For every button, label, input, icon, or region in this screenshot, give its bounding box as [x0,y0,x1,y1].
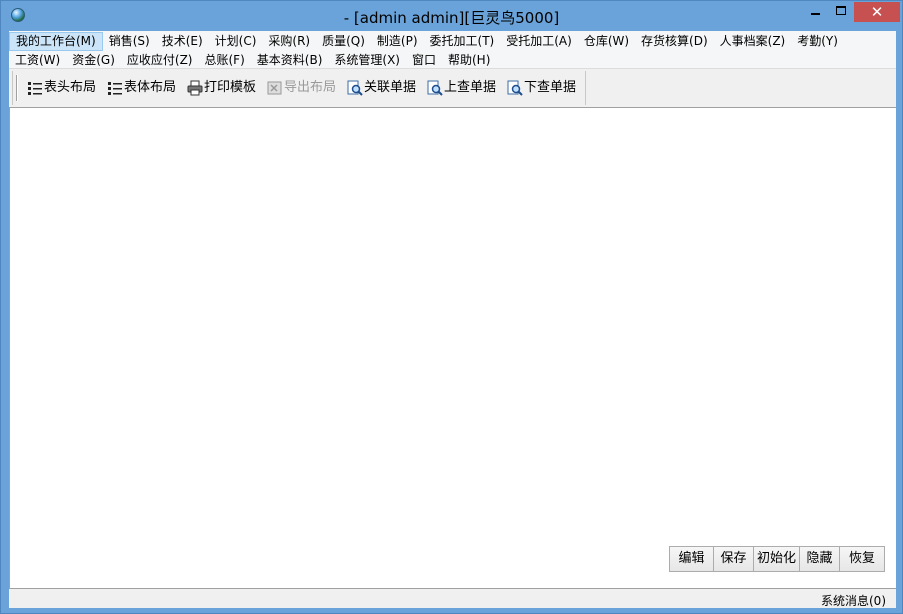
menu-purchasing[interactable]: 采购(R) [262,32,316,51]
body-layout-button[interactable]: 表体布局 [107,78,183,98]
menu-basic-data[interactable]: 基本资料(B) [251,51,329,70]
print-template-button[interactable]: 打印模板 [187,78,263,98]
minimize-button[interactable] [802,2,828,22]
menu-my-workbench[interactable]: 我的工作台(M) [9,32,103,51]
hide-button[interactable]: 隐藏 [800,547,840,571]
related-docs-label: 关联单据 [364,80,417,95]
header-layout-label: 表头布局 [44,80,97,95]
menu-help[interactable]: 帮助(H) [442,51,496,70]
menu-system-management[interactable]: 系统管理(X) [328,51,406,70]
menu-manufacturing[interactable]: 制造(P) [371,32,424,51]
maximize-icon [836,6,846,15]
maximize-button[interactable] [828,2,854,22]
menu-row-1: 我的工作台(M) 销售(S) 技术(E) 计划(C) 采购(R) 质量(Q) 制造(P) 委托… [9,32,844,51]
menu-inventory-accounting[interactable]: 存货核算(D) [635,32,714,51]
related-docs-button[interactable]: 关联单据 [347,78,425,98]
header-layout-button[interactable]: 表头布局 [27,78,103,98]
export-layout-label: 导出布局 [284,80,337,95]
prev-doc-label: 上查单据 [444,80,497,95]
excel-export-icon [267,81,282,95]
system-messages-status[interactable]: 系统消息(0) [821,592,886,609]
menu-bar: 我的工作台(M) 销售(S) 技术(E) 计划(C) 采购(R) 质量(Q) 制造(P) 委托… [9,31,896,69]
list-icon [108,82,122,95]
menu-receivables-payables[interactable]: 应收应付(Z) [121,51,199,70]
minimize-icon [811,13,820,15]
window-title: - [admin admin][巨灵鸟5000] [343,9,560,27]
save-button[interactable]: 保存 [714,547,754,571]
toolbar-grip[interactable] [16,75,18,101]
list-icon [28,82,42,95]
menu-row-2: 工资(W) 资金(G) 应收应付(Z) 总账(F) 基本资料(B) 系统管理(X) 窗口 帮助… [9,51,496,70]
restore-button[interactable]: 恢复 [840,547,884,571]
close-icon: ✕ [870,3,884,21]
document-search-icon [507,80,523,96]
menu-technology[interactable]: 技术(E) [156,32,209,51]
body-layout-label: 表体布局 [124,80,177,95]
menu-warehouse[interactable]: 仓库(W) [578,32,635,51]
client-area: 我的工作台(M) 销售(S) 技术(E) 计划(C) 采购(R) 质量(Q) 制造(P) 委托… [9,31,896,608]
menu-quality[interactable]: 质量(Q) [316,32,371,51]
next-doc-button[interactable]: 下查单据 [507,78,585,98]
menu-attendance[interactable]: 考勤(Y) [791,32,844,51]
print-template-label: 打印模板 [204,80,257,95]
action-button-group: 编辑 保存 初始化 隐藏 恢复 [669,546,885,572]
menu-outsourced-processing[interactable]: 委托加工(T) [424,32,501,51]
prev-doc-button[interactable]: 上查单据 [427,78,505,98]
menu-contract-processing[interactable]: 受托加工(A) [500,32,578,51]
edit-button[interactable]: 编辑 [670,547,714,571]
title-bar[interactable]: - [admin admin][巨灵鸟5000] ✕ [1,1,902,31]
initialize-button[interactable]: 初始化 [754,547,800,571]
menu-payroll[interactable]: 工资(W) [9,51,66,70]
menu-general-ledger[interactable]: 总账(F) [199,51,251,70]
status-bar: 系统消息(0) [9,588,896,608]
menu-planning[interactable]: 计划(C) [209,32,263,51]
menu-window[interactable]: 窗口 [406,51,442,70]
main-window: - [admin admin][巨灵鸟5000] ✕ 我的工作台(M) 销售(S)… [0,0,903,614]
printer-icon [187,80,203,96]
toolbar: 表头布局 表体布局 打印模板 导出布局 关联单据 上查单据 下查单据 [12,71,586,105]
menu-personnel-files[interactable]: 人事档案(Z) [714,32,792,51]
menu-funds[interactable]: 资金(G) [66,51,121,70]
close-button[interactable]: ✕ [854,2,900,22]
document-search-icon [347,80,363,96]
workspace-area[interactable]: 编辑 保存 初始化 隐藏 恢复 [9,107,896,588]
menu-sales[interactable]: 销售(S) [103,32,156,51]
export-layout-button[interactable]: 导出布局 [267,78,343,98]
next-doc-label: 下查单据 [524,80,577,95]
document-search-icon [427,80,443,96]
